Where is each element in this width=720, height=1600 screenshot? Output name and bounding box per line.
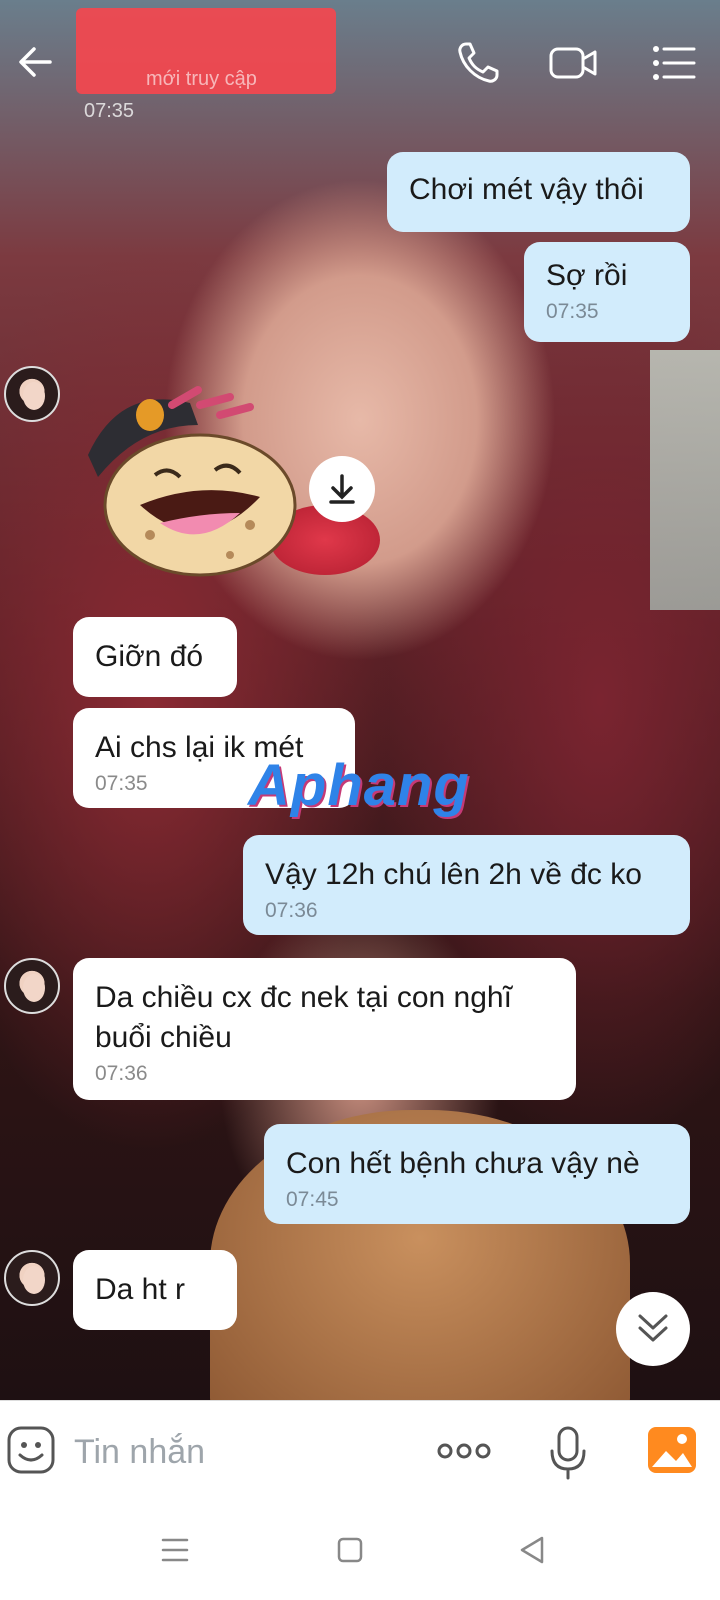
message-text: Da chiều cx đc nek tại con nghĩ buổi chi…	[95, 981, 512, 1054]
system-navigation-bar	[0, 1504, 720, 1600]
message-bubble-incoming[interactable]: Giỡn đó	[73, 617, 237, 697]
message-time: 07:35	[546, 300, 599, 323]
message-text: Con hết bệnh chưa vậy nè	[286, 1147, 640, 1180]
message-bubble-outgoing[interactable]: Vậy 12h chú lên 2h về đc ko 07:36	[243, 835, 690, 935]
message-text: Chơi mét vậy thôi	[409, 173, 644, 206]
background-shelf	[650, 350, 720, 610]
image-gallery-icon[interactable]	[646, 1425, 698, 1475]
message-bubble-outgoing[interactable]: Con hết bệnh chưa vậy nè 07:45	[264, 1124, 690, 1224]
message-bubble-incoming[interactable]: Da chiều cx đc nek tại con nghĩ buổi chi…	[73, 958, 576, 1100]
arrow-left-icon[interactable]	[14, 40, 58, 84]
three-dots-icon[interactable]	[436, 1433, 492, 1469]
message-text: Sợ rồi	[546, 259, 628, 292]
contact-name-redaction[interactable]: mới truy cập	[76, 8, 336, 94]
message-bubble-outgoing[interactable]: Chơi mét vậy thôi	[387, 152, 690, 232]
message-text: Da ht r	[95, 1273, 186, 1306]
message-text: Vậy 12h chú lên 2h về đc ko	[265, 858, 642, 891]
sticker-face-icon[interactable]	[6, 1425, 56, 1475]
message-time: 07:45	[286, 1188, 339, 1211]
scroll-to-bottom-button[interactable]	[616, 1292, 690, 1366]
list-menu-icon[interactable]	[648, 38, 698, 88]
recent-apps-icon[interactable]	[155, 1530, 195, 1570]
watermark-logo: Aphang	[248, 753, 470, 818]
download-icon	[329, 474, 355, 504]
download-button[interactable]	[309, 456, 375, 522]
message-time: 07:36	[265, 899, 318, 922]
message-bubble-outgoing[interactable]: Sợ rồi 07:35	[524, 242, 690, 342]
laughing-sticker[interactable]	[80, 385, 300, 585]
chat-header: mới truy cập	[0, 0, 720, 110]
message-time: 07:36	[95, 1062, 148, 1085]
message-composer	[0, 1400, 720, 1505]
back-triangle-icon[interactable]	[512, 1530, 552, 1570]
avatar[interactable]	[4, 1250, 60, 1306]
video-camera-icon[interactable]	[548, 38, 598, 88]
home-icon[interactable]	[330, 1530, 370, 1570]
double-chevron-down-icon	[638, 1314, 668, 1342]
message-time: 07:35	[84, 100, 135, 122]
message-text: Giỡn đó	[95, 640, 204, 673]
phone-icon[interactable]	[453, 38, 503, 88]
contact-status: mới truy cập	[146, 68, 257, 90]
avatar[interactable]	[4, 366, 60, 422]
avatar[interactable]	[4, 958, 60, 1014]
microphone-icon[interactable]	[548, 1425, 588, 1481]
message-bubble-incoming[interactable]: Da ht r	[73, 1250, 237, 1330]
message-input[interactable]	[74, 1427, 414, 1477]
